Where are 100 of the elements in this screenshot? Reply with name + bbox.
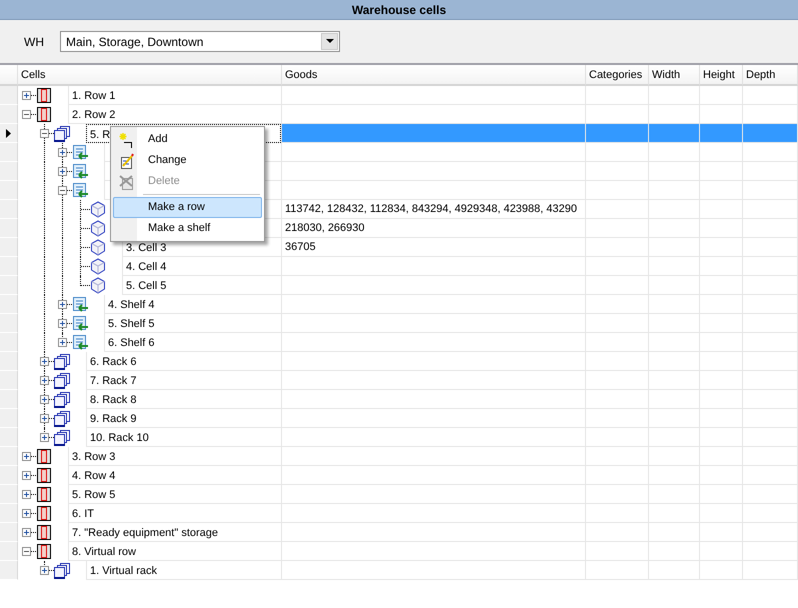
tree-item-label[interactable]: 4. Cell 4 — [122, 257, 281, 276]
header-corner — [0, 65, 18, 86]
menu-item[interactable]: Add — [113, 129, 262, 150]
table-cell — [743, 542, 798, 561]
table-cell — [649, 428, 700, 447]
table-cell — [700, 333, 743, 352]
table-cell — [700, 428, 743, 447]
warehouse-dropdown[interactable]: Main, Storage, Downtown — [60, 31, 340, 52]
table-cell — [743, 390, 798, 409]
table-cell — [743, 485, 798, 504]
table-cell — [743, 561, 798, 580]
table-cell — [586, 295, 649, 314]
tree-item-label[interactable]: 4. Shelf 4 — [104, 295, 281, 314]
expand-icon[interactable] — [40, 566, 49, 575]
table-cell — [649, 390, 700, 409]
tree-item-label[interactable]: 7. Rack 7 — [86, 371, 281, 390]
column-header[interactable]: Height — [700, 65, 743, 86]
tree-item-label[interactable]: 5. Shelf 5 — [104, 314, 281, 333]
table-cell — [586, 523, 649, 542]
collapse-icon[interactable] — [22, 547, 31, 556]
menu-item[interactable]: Change — [113, 150, 262, 171]
table-cell — [743, 447, 798, 466]
table-cell — [649, 333, 700, 352]
expand-icon[interactable] — [58, 319, 67, 328]
table-cell — [700, 466, 743, 485]
expand-icon[interactable] — [40, 414, 49, 423]
tree-item-label[interactable]: 10. Rack 10 — [86, 428, 281, 447]
collapse-icon[interactable] — [40, 129, 49, 138]
tree-item-label[interactable]: 8. Virtual row — [68, 542, 281, 561]
tree-item-label[interactable]: 1. Row 1 — [68, 86, 281, 105]
tree-item-label[interactable]: 5. Cell 5 — [122, 276, 281, 295]
expand-icon[interactable] — [22, 452, 31, 461]
tree-item-label[interactable]: 7. "Ready equipment" storage — [68, 523, 281, 542]
tree-item-label[interactable]: 6. Shelf 6 — [104, 333, 281, 352]
column-header[interactable]: Cells — [18, 65, 282, 86]
table-cell — [586, 485, 649, 504]
tree-item-label[interactable]: 3. Row 3 — [68, 447, 281, 466]
stacked-pages-icon — [54, 124, 70, 142]
table-cell — [649, 447, 700, 466]
expand-icon[interactable] — [22, 509, 31, 518]
dropdown-arrow-icon — [326, 39, 334, 44]
expand-icon[interactable] — [58, 167, 67, 176]
tree-item-label[interactable]: 4. Row 4 — [68, 466, 281, 485]
table-cell — [649, 504, 700, 523]
table-cell — [586, 371, 649, 390]
tree-item-label[interactable]: 6. Rack 6 — [86, 352, 281, 371]
table-cell — [649, 162, 700, 181]
table-cell — [586, 561, 649, 580]
table-cell — [586, 466, 649, 485]
table-cell — [700, 485, 743, 504]
expand-icon[interactable] — [22, 490, 31, 499]
table-cell — [743, 409, 798, 428]
table-cell — [700, 352, 743, 371]
table-cell — [700, 276, 743, 295]
menu-item[interactable]: Make a shelf — [113, 218, 262, 239]
tree-item-label[interactable]: 5. Row 5 — [68, 485, 281, 504]
collapse-icon[interactable] — [58, 186, 67, 195]
expand-icon[interactable] — [40, 376, 49, 385]
table-cell — [700, 371, 743, 390]
menu-item[interactable]: Make a row — [113, 197, 262, 218]
table-cell — [649, 409, 700, 428]
cube-icon — [90, 276, 106, 294]
column-header[interactable]: Depth — [743, 65, 798, 86]
table-cell — [743, 219, 798, 238]
table-cell — [743, 200, 798, 219]
table-cell — [700, 295, 743, 314]
table-cell — [700, 238, 743, 257]
table-cell — [586, 409, 649, 428]
tree-item-label[interactable]: 8. Rack 8 — [86, 390, 281, 409]
tree-item-label[interactable]: 2. Row 2 — [68, 105, 281, 124]
stacked-pages-icon — [54, 390, 70, 408]
table-cell — [586, 86, 649, 105]
expand-icon[interactable] — [58, 338, 67, 347]
tree-item-label[interactable]: 9. Rack 9 — [86, 409, 281, 428]
table-cell — [586, 542, 649, 561]
table-cell — [649, 466, 700, 485]
column-header[interactable]: Goods — [282, 65, 586, 86]
expand-icon[interactable] — [22, 528, 31, 537]
table-cell — [649, 143, 700, 162]
expand-icon[interactable] — [22, 471, 31, 480]
expand-icon[interactable] — [58, 148, 67, 157]
table-cell — [700, 314, 743, 333]
new-item-icon — [119, 132, 135, 148]
expand-icon[interactable] — [58, 300, 67, 309]
table-cell — [700, 561, 743, 580]
column-header[interactable]: Width — [649, 65, 700, 86]
table-cell — [649, 523, 700, 542]
table-cell — [700, 390, 743, 409]
column-header[interactable]: Categories — [586, 65, 649, 86]
tree-item-label[interactable]: 6. IT — [68, 504, 281, 523]
table-cell — [743, 124, 798, 143]
goods-text: 113742, 128432, 112834, 843294, 4929348, 423988, 43290 — [285, 203, 577, 215]
row-header[interactable] — [0, 124, 18, 143]
expand-icon[interactable] — [22, 91, 31, 100]
table-cell — [743, 238, 798, 257]
expand-icon[interactable] — [40, 433, 49, 442]
collapse-icon[interactable] — [22, 110, 31, 119]
expand-icon[interactable] — [40, 395, 49, 404]
tree-item-label[interactable]: 1. Virtual rack — [86, 561, 281, 580]
expand-icon[interactable] — [40, 357, 49, 366]
